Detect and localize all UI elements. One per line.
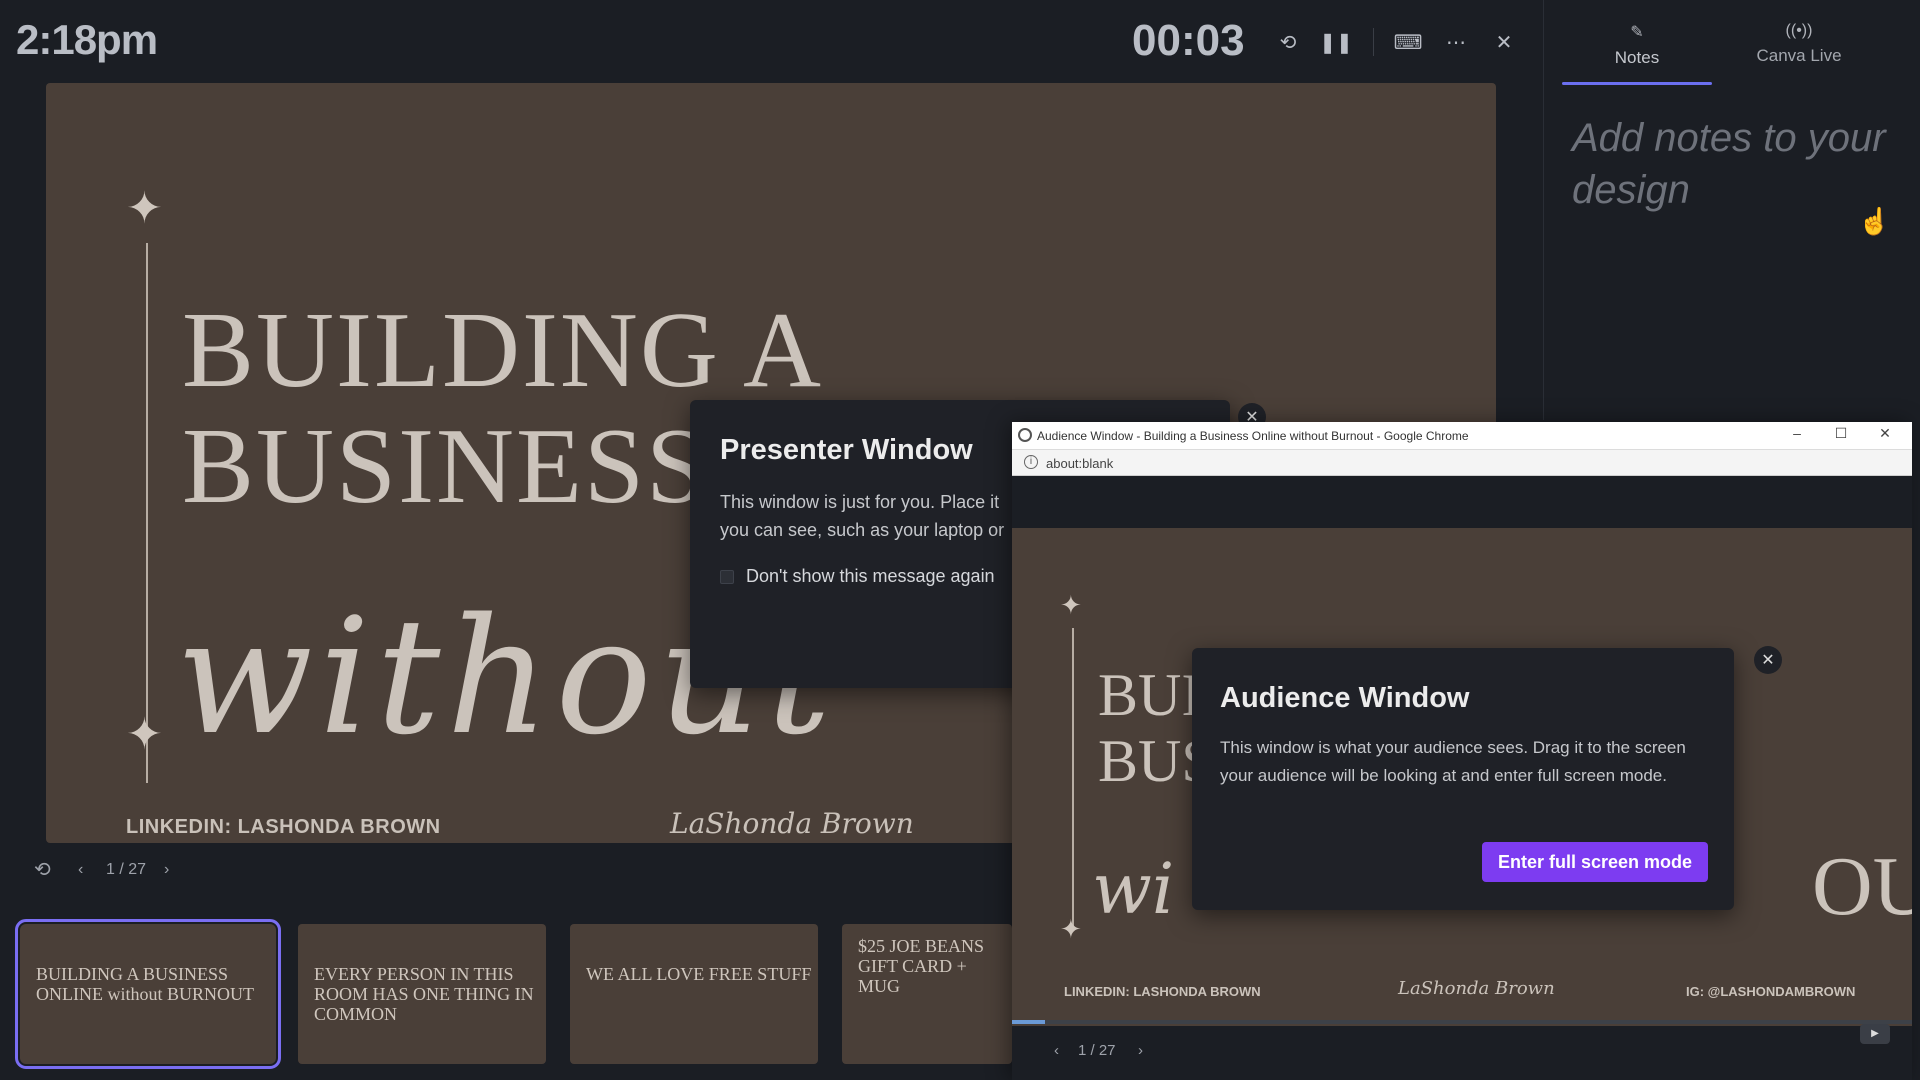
pause-icon: ❚❚	[1319, 31, 1353, 54]
minimize-button[interactable]: –	[1782, 425, 1812, 441]
audience-footer-linkedin: LINKEDIN: LASHONDA BROWN	[1064, 984, 1261, 999]
slide-navigation: ⟲ ‹ 1 / 27 ›	[0, 843, 1010, 899]
audience-progress-bar	[1012, 1020, 1912, 1024]
enter-full-screen-button[interactable]: Enter full screen mode	[1482, 842, 1708, 882]
dont-show-again-checkbox[interactable]: Don't show this message again	[720, 566, 995, 587]
audience-footer-ig: IG: @LASHONDAMBROWN	[1686, 984, 1856, 999]
chrome-logo-icon	[1018, 428, 1032, 442]
next-slide-button[interactable]: ›	[1138, 1042, 1143, 1059]
previous-slide-button[interactable]: ‹	[78, 861, 83, 879]
more-icon: ⋯	[1446, 31, 1466, 54]
info-icon[interactable]: i	[1024, 455, 1038, 469]
tab-notes[interactable]: ✎ Notes	[1562, 22, 1712, 68]
close-icon: ✕	[1495, 31, 1513, 54]
tab-canva-live[interactable]: ((•)) Canva Live	[1724, 22, 1874, 66]
slide-thumbnail[interactable]: EVERY PERSON IN THIS ROOM HAS ONE THING …	[298, 924, 546, 1064]
tab-notes-label: Notes	[1614, 48, 1660, 67]
page-indicator: 1 / 27	[106, 861, 147, 878]
tab-canva-live-label: Canva Live	[1756, 46, 1842, 65]
sparkle-icon: ✦	[1060, 590, 1082, 620]
presentation-timer: 00:03	[1132, 16, 1245, 65]
audience-page-indicator: 1 / 27	[1078, 1042, 1116, 1059]
close-presenter-button[interactable]: ✕	[1484, 22, 1524, 62]
slide-linkedin: LINKEDIN: LASHONDA BROWN	[126, 816, 441, 838]
keyboard-icon: ⌨	[1393, 31, 1423, 54]
audience-slide-script: wi	[1092, 848, 1175, 930]
previous-slide-button[interactable]: ‹	[1054, 1042, 1059, 1059]
audience-footer-signature: LaShonda Brown	[1398, 978, 1555, 999]
slide-divider-line	[146, 243, 148, 783]
clock: 2:18pm	[16, 16, 158, 63]
active-tab-indicator	[1562, 82, 1712, 85]
broadcast-icon: ((•))	[1785, 22, 1813, 39]
progress-fill	[1012, 1020, 1046, 1024]
mouse-cursor-icon: ☝	[1858, 206, 1891, 236]
audience-window[interactable]: Audience Window - Building a Business On…	[1012, 422, 1912, 1080]
maximize-button[interactable]: ☐	[1826, 425, 1856, 442]
audience-dialog-close-button[interactable]: ✕	[1754, 646, 1782, 674]
pause-button[interactable]: ❚❚	[1316, 22, 1356, 62]
dialog-title: Presenter Window	[720, 434, 973, 466]
notes-icon: ✎	[1630, 24, 1644, 41]
audience-slide-out: OUT	[1812, 840, 1912, 933]
sparkle-icon: ✦	[126, 710, 163, 759]
restart-timer-icon: ⟲	[1279, 31, 1297, 54]
sparkle-icon: ✦	[126, 184, 163, 233]
dialog-title: Audience Window	[1220, 682, 1470, 714]
restart-timer-button[interactable]: ⟲	[1268, 22, 1308, 62]
dialog-body: This window is what your audience sees. …	[1220, 738, 1686, 785]
close-icon: ✕	[1761, 652, 1775, 669]
subscribe-icon: ▶	[1860, 1024, 1890, 1044]
audience-window-dialog: Audience Window This window is what your…	[1192, 648, 1734, 910]
url-text[interactable]: about:blank	[1046, 456, 1113, 471]
notes-input[interactable]: Add notes to your design	[1572, 112, 1892, 216]
slide-signature: LaShonda Brown	[670, 807, 914, 840]
slide-thumbnail[interactable]: BUILDING A BUSINESS ONLINE without BURNO…	[15, 919, 281, 1069]
sparkle-icon: ✦	[1060, 914, 1082, 944]
checkbox-label: Don't show this message again	[746, 566, 995, 586]
toolbar-divider	[1373, 28, 1374, 56]
slide-thumbnail[interactable]: $25 JOE BEANS GIFT CARD + MUG	[842, 924, 1012, 1064]
keyboard-shortcuts-button[interactable]: ⌨	[1388, 22, 1428, 62]
window-close-button[interactable]: ✕	[1870, 425, 1900, 442]
reset-slides-icon[interactable]: ⟲	[34, 857, 51, 882]
checkbox-box[interactable]	[720, 569, 734, 584]
address-bar[interactable]: i about:blank	[1012, 450, 1912, 476]
slide-divider-line	[1072, 628, 1074, 928]
slide-thumbnail[interactable]: WE ALL LOVE FREE STUFF	[570, 924, 818, 1064]
window-title: Audience Window - Building a Business On…	[1037, 429, 1469, 443]
next-slide-button[interactable]: ›	[164, 861, 169, 879]
more-options-button[interactable]: ⋯	[1436, 22, 1476, 62]
chrome-title-bar[interactable]: Audience Window - Building a Business On…	[1012, 422, 1912, 450]
